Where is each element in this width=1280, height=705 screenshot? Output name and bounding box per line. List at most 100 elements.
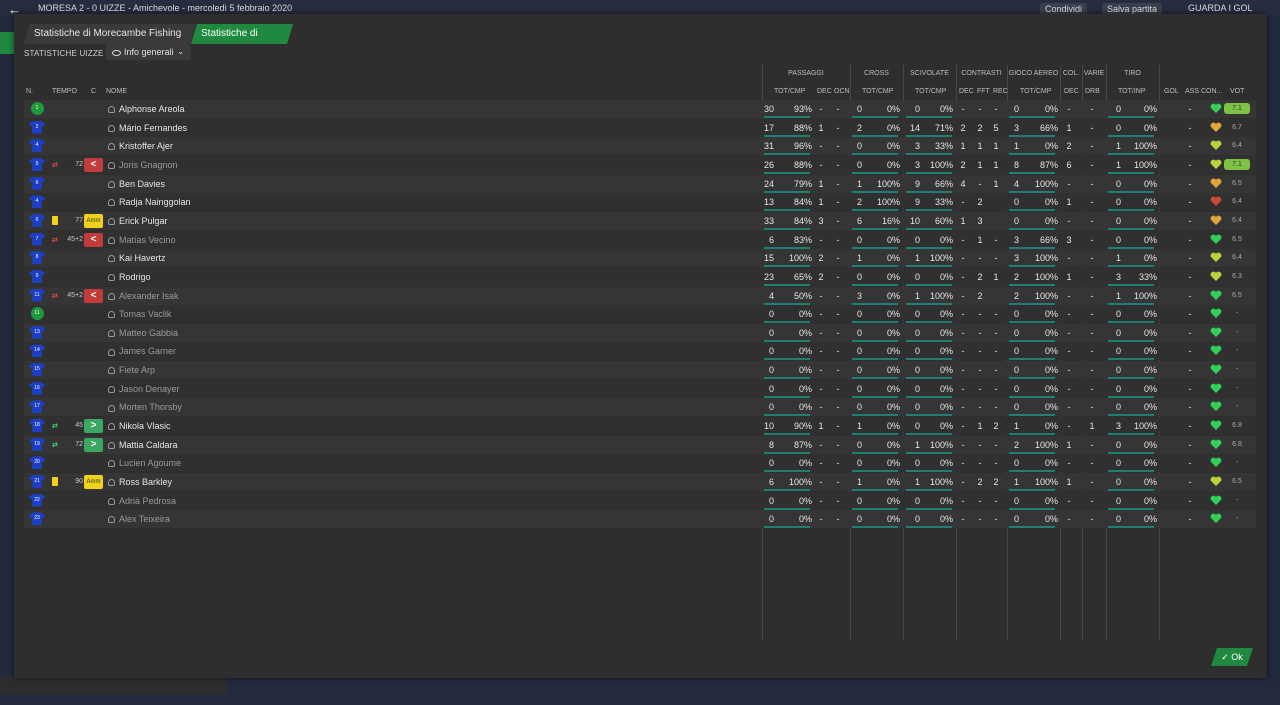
- table-row[interactable]: 23 Alex Teixeira 0 0% - -0 0% 0 0% - - -0 0% - -0 0% - -: [24, 510, 1256, 529]
- player-name[interactable]: Ben Davies: [108, 175, 165, 193]
- stat-cd: -: [1067, 178, 1071, 189]
- column-header-c[interactable]: C: [91, 88, 96, 95]
- table-row[interactable]: 20 Lucien Agoume 0 0% - -0 0% 0 0% - - -0 0% - -0 0% - -: [24, 454, 1256, 473]
- player-name[interactable]: Adrià Pedrosa: [108, 492, 176, 510]
- stat-gol: [1164, 510, 1174, 528]
- player-name[interactable]: Alex Teixeira: [108, 510, 170, 528]
- table-row[interactable]: 9 Rodrigo 23 65% 2-0 0% 0 0% -2 1 2 100% 1-3 33% -6.3: [24, 267, 1256, 286]
- column-header-cross[interactable]: TOT/CMP: [862, 88, 893, 95]
- stat-pdec: -: [819, 365, 823, 376]
- column-header-tempo[interactable]: TEMPO: [52, 88, 77, 95]
- stat-kd: 4: [960, 178, 966, 189]
- stat-kf: 2: [977, 271, 983, 282]
- column-header-coldec[interactable]: DEC: [1064, 88, 1079, 95]
- table-row[interactable]: 4 Radja Nainggolan 13 84% 1-2 100% 9 33% -2 0 0% 1-…: [24, 193, 1256, 212]
- column-header-tiro[interactable]: TOT/INP: [1118, 88, 1145, 95]
- player-profile-icon: [108, 479, 115, 487]
- player-name[interactable]: Alexander Isak: [108, 287, 179, 305]
- stat-drb: -: [1090, 253, 1094, 264]
- table-row[interactable]: 11 ⇄ 45+2 < Alexander Isak 4 50% - -3 0% 1 100% -2 2 1…: [24, 286, 1256, 305]
- column-header-crec[interactable]: REC: [993, 88, 1008, 95]
- table-row[interactable]: 8 Kai Havertz 15 100% 2-1 0% 1 100% - - -3 100% - -1 0…: [24, 249, 1256, 268]
- table-row[interactable]: 19 ⇄ 72 > Mattia Caldara 8 87% - -0 0% 1 100% - - -2 10…: [24, 435, 1256, 454]
- stat-kf: 1: [977, 159, 983, 170]
- table-row[interactable]: 13 Matteo Gabbia 0 0% - -0 0% 0 0% - - -0 0% - -0 0% - -: [24, 323, 1256, 342]
- player-name[interactable]: Kai Havertz: [108, 249, 166, 267]
- player-name[interactable]: Fiete Arp: [108, 361, 155, 379]
- player-name[interactable]: Matteo Gabbia: [108, 324, 178, 342]
- stat-drb: -: [1090, 178, 1094, 189]
- table-row[interactable]: 15 Fiete Arp 0 0% - -0 0% 0 0% - - -0 0% - -0 0% - -: [24, 361, 1256, 380]
- table-row[interactable]: 1 Alphonse Areola 30 93% - -0 0% 0 0% - - -0 0% - -0 0%…: [24, 100, 1256, 118]
- table-row[interactable]: 6 77 Amm Erick Pulgar 33 84% 3-6 16% 10 60% 1 3 0 0% -…: [24, 211, 1256, 230]
- player-name[interactable]: James Garner: [108, 342, 176, 360]
- column-header-cdec[interactable]: DEC: [959, 88, 974, 95]
- player-name[interactable]: Joris Gnagnon: [108, 156, 178, 174]
- rating-value: 6.3: [1232, 272, 1242, 280]
- column-header-ass[interactable]: ASS: [1185, 88, 1199, 95]
- player-name-text: Alphonse Areola: [119, 104, 185, 114]
- group-header: SCIVOLATE: [910, 70, 949, 77]
- table-row[interactable]: 6 Ben Davies 24 79% 1-1 100% 9 66% 4-1 4 100% - -0 0%…: [24, 174, 1256, 193]
- column-header-sciv[interactable]: TOT/CMP: [915, 88, 946, 95]
- column-header-cfft[interactable]: FFT: [977, 88, 990, 95]
- column-header-pdec[interactable]: DEC: [817, 88, 832, 95]
- table-row[interactable]: 22 Adrià Pedrosa 0 0% - -0 0% 0 0% - - -0 0% - -0 0% - -: [24, 491, 1256, 510]
- shirt-number-text: 2: [35, 123, 39, 130]
- morale-heart-icon: [1210, 364, 1222, 375]
- player-name[interactable]: Jason Denayer: [108, 380, 180, 398]
- stat-pdec: 1: [818, 178, 824, 189]
- stat-pdec: -: [819, 346, 823, 357]
- player-name[interactable]: Mattia Caldara: [108, 436, 178, 454]
- stat-ass: -: [1188, 159, 1192, 170]
- column-header-pocn[interactable]: OCN: [834, 88, 850, 95]
- table-row[interactable]: 11 Tomas Vaclik 0 0% - -0 0% 0 0% - - -0 0% - -0 0% - -: [24, 305, 1256, 324]
- column-header-aereo[interactable]: TOT/CMP: [1020, 88, 1051, 95]
- table-row[interactable]: 7 ⇄ 45+2 < Matías Vecino 6 83% - -0 0% 0 0% -1-3 66% 3…: [24, 230, 1256, 249]
- stat-kr: -: [994, 327, 998, 338]
- column-header-vot[interactable]: VOT: [1230, 88, 1244, 95]
- stat-kr: [991, 287, 1001, 305]
- stat-ass: -: [1188, 514, 1192, 525]
- column-header-con[interactable]: CON...: [1201, 88, 1222, 95]
- player-name[interactable]: Mário Fernandes: [108, 119, 187, 137]
- stat-gol: [1164, 156, 1174, 174]
- morale-heart-icon: [1210, 327, 1222, 337]
- ok-button[interactable]: ✓ Ok: [1211, 648, 1253, 666]
- stat-ass: -: [1188, 495, 1192, 506]
- table-row[interactable]: 2 Mário Fernandes 17 88% 1-2 0% 14 71% 2 2 5 3 66% 1-…: [24, 118, 1256, 137]
- player-name[interactable]: Matías Vecino: [108, 231, 176, 249]
- player-name[interactable]: Radja Nainggolan: [108, 193, 191, 211]
- player-name-text: Ross Barkley: [119, 477, 173, 487]
- player-name[interactable]: Nikola Vlasic: [108, 417, 171, 435]
- player-name[interactable]: Morten Thorsby: [108, 398, 182, 416]
- column-header-n[interactable]: N.: [26, 88, 33, 95]
- stat-pdec: -: [819, 141, 823, 152]
- column-header-nome[interactable]: NOME: [106, 88, 127, 95]
- table-row[interactable]: 18 ⇄ 45 > Nikola Vlasic 10 90% 1-1 0% 0 0% -1 2 1 0% -1…: [24, 417, 1256, 436]
- column-header-drb[interactable]: DRB: [1085, 88, 1100, 95]
- table-row[interactable]: 4 Kristoffer Ajer 31 96% - -0 0% 3 33% 1 1 1 1 0% 2-1 1…: [24, 137, 1256, 156]
- stat-kr: -: [994, 495, 998, 506]
- player-name[interactable]: Lucien Agoume: [108, 454, 181, 472]
- stat-kd: -: [961, 477, 965, 487]
- table-row[interactable]: 16 Jason Denayer 0 0% - -0 0% 0 0% - - -0 0% - -0 0% - -: [24, 379, 1256, 398]
- table-row[interactable]: 5 ⇄ 72 < Joris Gnagnon 26 88% - -0 0% 3 100% 2 1 1 8 87%…: [24, 155, 1256, 174]
- player-name[interactable]: Rodrigo: [108, 268, 151, 286]
- stat-gol: [1164, 436, 1174, 454]
- player-name[interactable]: Alphonse Areola: [108, 100, 185, 118]
- stat-ass: -: [1188, 197, 1192, 208]
- table-row[interactable]: 21 90 Amm Ross Barkley 6 100% - -1 0% 1 100% -2 2 1 10…: [24, 473, 1256, 491]
- stat-kr: 1: [993, 271, 999, 282]
- table-row[interactable]: 14 James Garner 0 0% - -0 0% 0 0% - - -0 0% - -0 0% - -: [24, 342, 1256, 361]
- stat-kf: -: [978, 383, 982, 394]
- player-name[interactable]: Tomas Vaclik: [108, 305, 171, 323]
- stat-cd: 1: [1066, 197, 1072, 208]
- player-name[interactable]: Erick Pulgar: [108, 212, 168, 230]
- stat-pocn: -: [836, 514, 840, 525]
- player-name[interactable]: Kristoffer Ajer: [108, 137, 173, 155]
- table-row[interactable]: 17 Morten Thorsby 0 0% - -0 0% 0 0% - - -0 0% - -0 0% - -: [24, 398, 1256, 417]
- player-name[interactable]: Ross Barkley: [108, 473, 172, 491]
- column-header-pass[interactable]: TOT/CMP: [774, 88, 805, 95]
- column-header-gol[interactable]: GOL: [1164, 88, 1179, 95]
